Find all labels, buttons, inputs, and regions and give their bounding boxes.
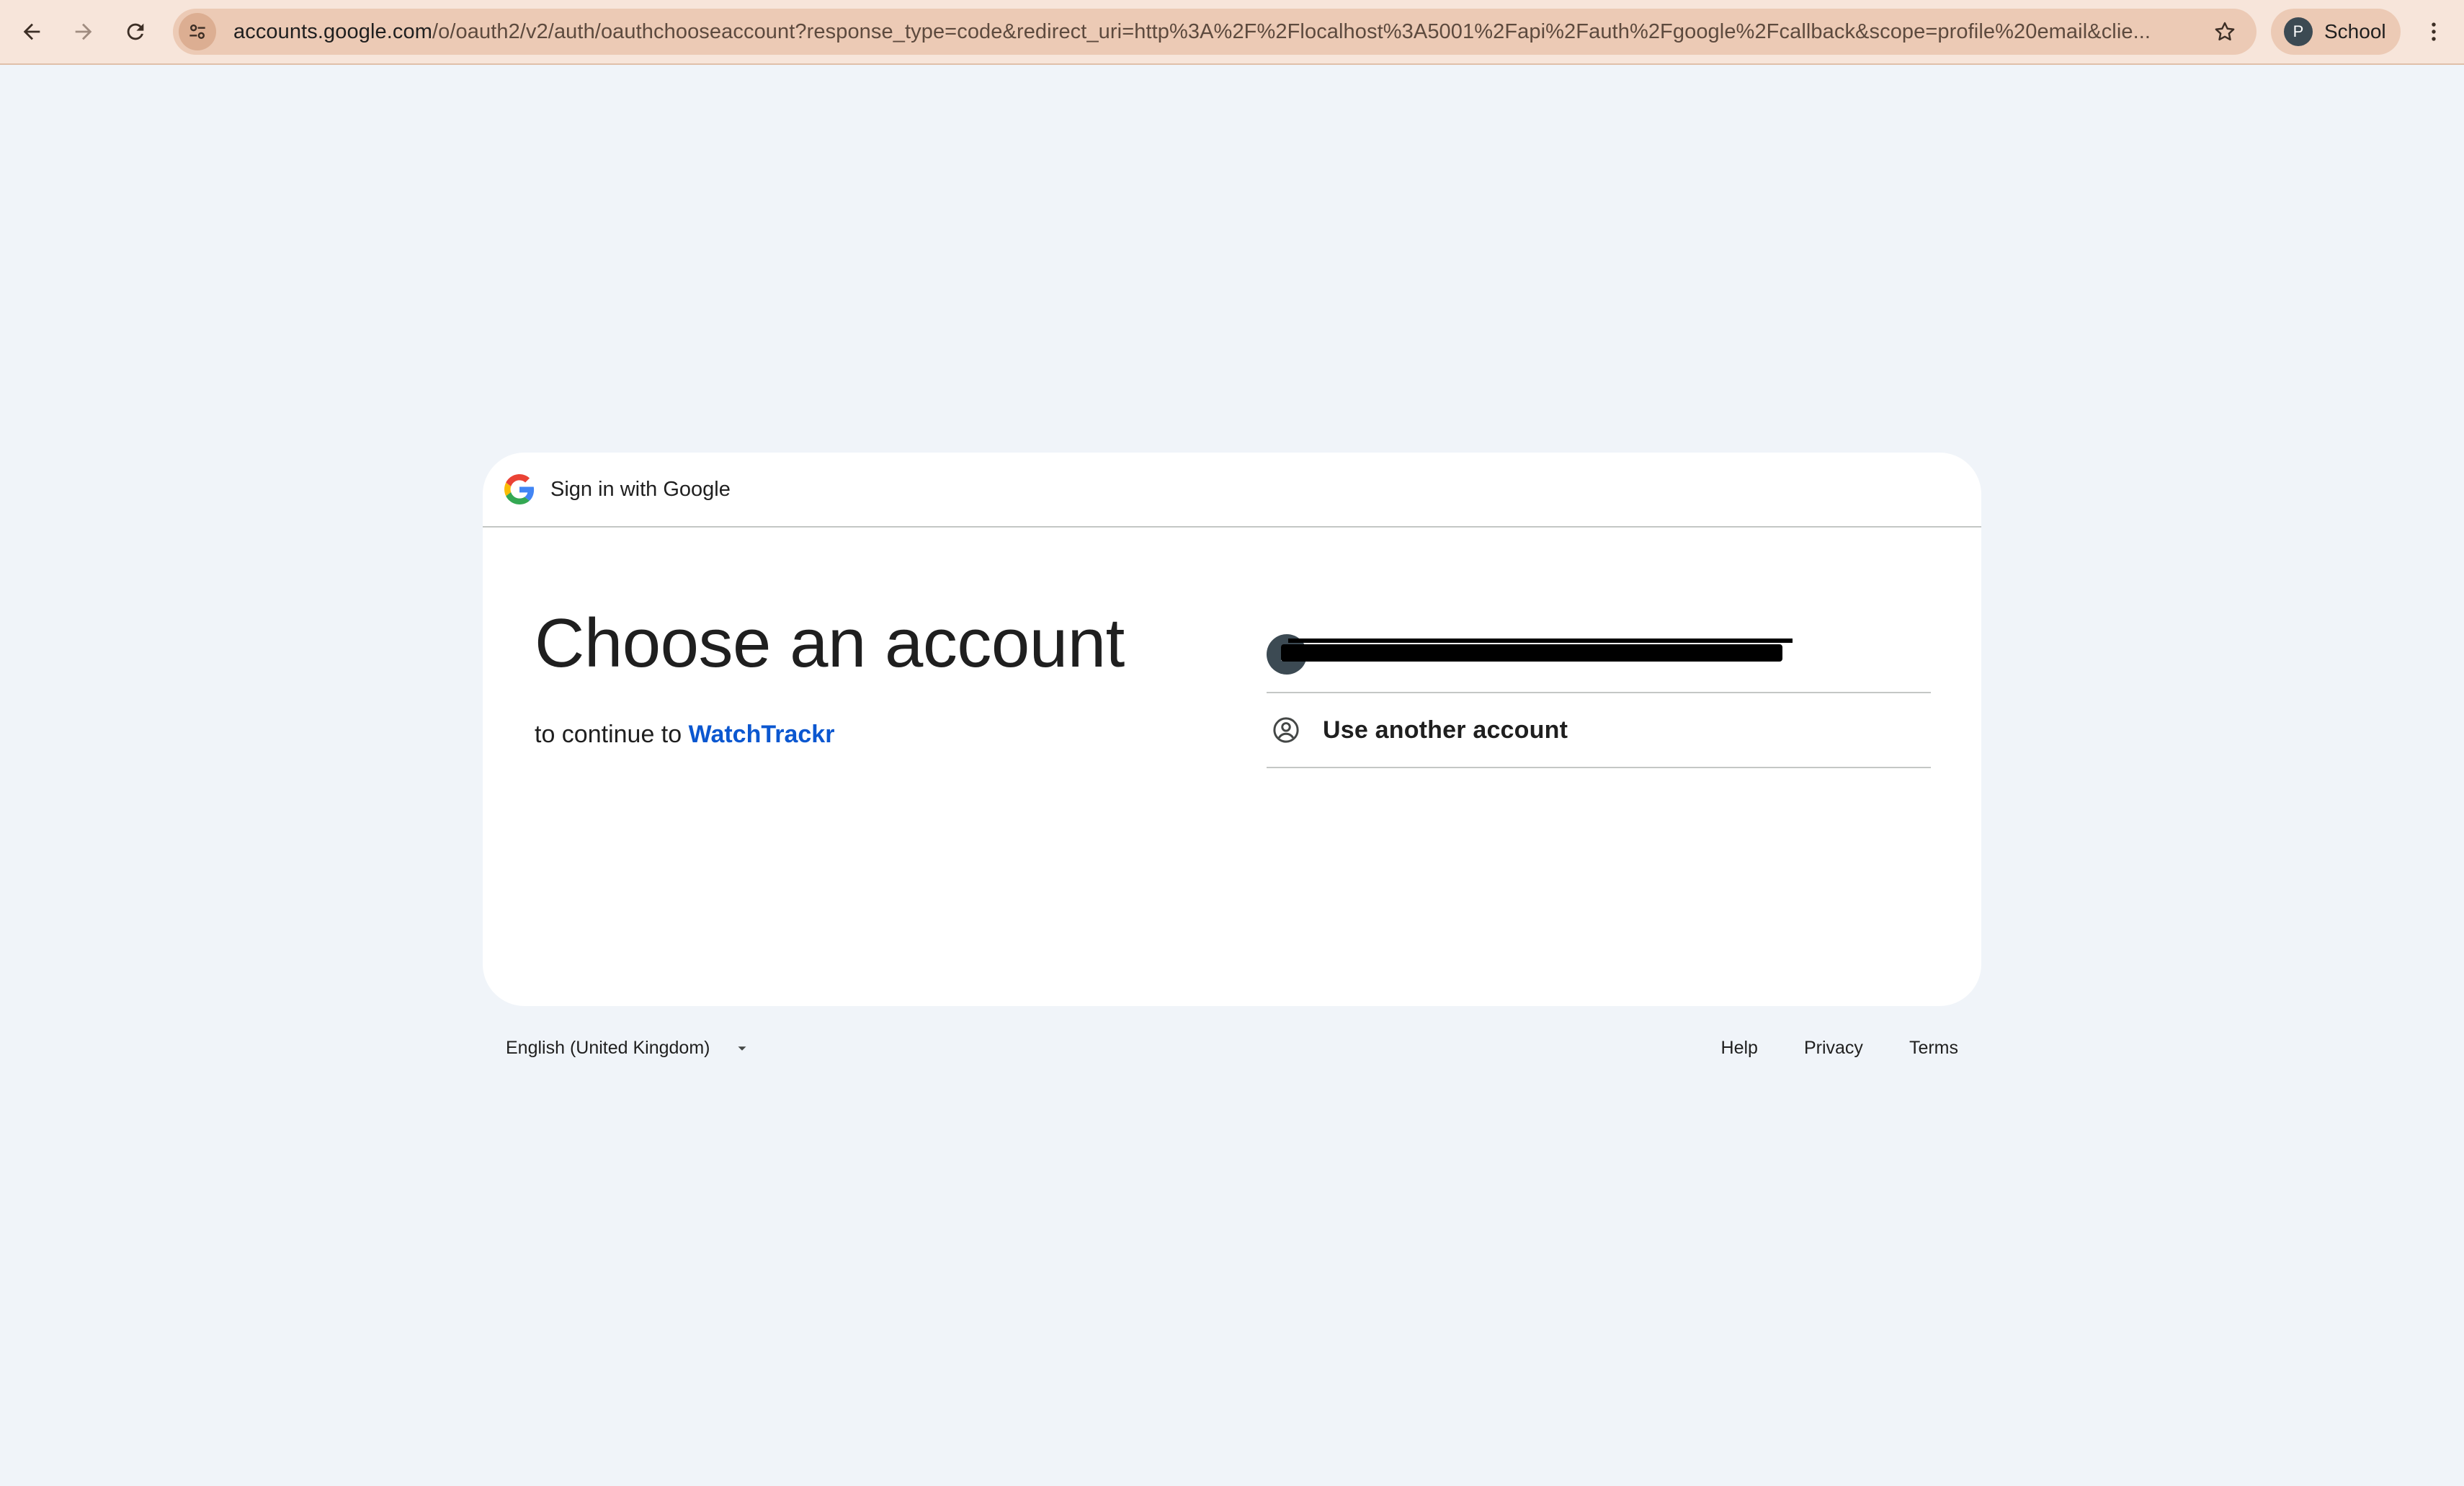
- help-link[interactable]: Help: [1721, 1038, 1758, 1059]
- browser-menu-button[interactable]: [2415, 13, 2452, 50]
- card-header: Sign in with Google: [483, 453, 1981, 528]
- back-arrow-icon: [23, 23, 40, 40]
- google-g-icon: [504, 474, 535, 504]
- use-another-account-button[interactable]: Use another account: [1267, 693, 1931, 768]
- forward-arrow-icon: [75, 23, 92, 40]
- page-title: Choose an account: [535, 605, 1125, 682]
- language-selector[interactable]: English (United Kingdom): [506, 1038, 750, 1059]
- url-text[interactable]: accounts.google.com/o/oauth2/v2/auth/oau…: [233, 20, 2179, 44]
- tune-icon: [189, 25, 205, 39]
- browser-toolbar: accounts.google.com/o/oauth2/v2/auth/oau…: [0, 0, 2464, 65]
- language-label: English (United Kingdom): [506, 1038, 710, 1058]
- account-list: P Use another account: [1267, 618, 1931, 768]
- profile-avatar: P: [2284, 17, 2313, 46]
- url-path: /o/oauth2/v2/auth/oauthchooseaccount?res…: [432, 19, 2151, 43]
- star-icon: [2215, 22, 2235, 41]
- card-header-title: Sign in with Google: [550, 477, 731, 501]
- account-circle-icon: [1273, 717, 1299, 743]
- terms-link[interactable]: Terms: [1909, 1038, 1958, 1059]
- reload-button[interactable]: [117, 13, 154, 50]
- continue-to-prefix: to continue to: [535, 721, 689, 748]
- profile-button[interactable]: P School: [2271, 9, 2401, 55]
- profile-label: School: [2324, 20, 2386, 43]
- reload-icon: [127, 23, 144, 40]
- bookmark-button[interactable]: [2208, 14, 2242, 49]
- redaction-mark: [1288, 639, 1793, 643]
- site-info-button[interactable]: [179, 13, 216, 50]
- app-name-link[interactable]: WatchTrackr: [689, 721, 835, 748]
- continue-to-text: to continue to WatchTrackr: [535, 721, 834, 749]
- footer-links: Help Privacy Terms: [1675, 1038, 1958, 1059]
- back-button[interactable]: [13, 13, 50, 50]
- privacy-link[interactable]: Privacy: [1804, 1038, 1863, 1059]
- redacted-account-email: [1281, 644, 1782, 662]
- kebab-menu-icon: [2432, 22, 2436, 41]
- sign-in-card: Sign in with Google Choose an account to…: [483, 453, 1981, 1006]
- caret-down-icon: [738, 1046, 746, 1051]
- footer: English (United Kingdom) Help Privacy Te…: [483, 1031, 1981, 1074]
- use-another-account-label: Use another account: [1323, 716, 1568, 744]
- forward-button[interactable]: [65, 13, 102, 50]
- address-bar[interactable]: accounts.google.com/o/oauth2/v2/auth/oau…: [173, 9, 2257, 55]
- account-item[interactable]: P: [1267, 618, 1931, 693]
- url-host: accounts.google.com: [233, 19, 432, 43]
